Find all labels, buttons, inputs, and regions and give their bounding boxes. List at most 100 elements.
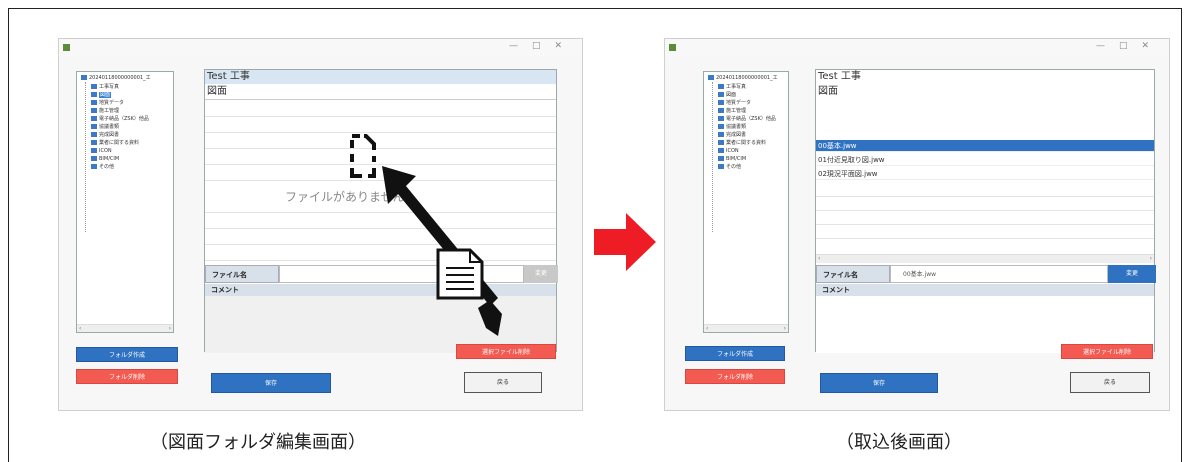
tree-item[interactable]: 施工管理 bbox=[718, 107, 746, 115]
tree-item-label: 業者に関する資料 bbox=[726, 140, 767, 146]
caption-right: （取込後画面） bbox=[836, 432, 962, 453]
tree-item-label: 地質データ bbox=[726, 100, 752, 106]
caption-left: （図面フォルダ編集画面） bbox=[150, 432, 366, 453]
tree-item-label: BIM/CIM bbox=[99, 156, 120, 162]
folder-icon bbox=[718, 164, 724, 169]
back-button[interactable]: 戻る bbox=[464, 372, 542, 393]
folder-icon bbox=[718, 140, 724, 145]
grid-line bbox=[816, 210, 1154, 211]
tree-item-label: ICON bbox=[726, 148, 739, 154]
tree-line bbox=[85, 82, 86, 232]
tree-item-label: 協議書類 bbox=[99, 124, 120, 130]
tree-scrollbar[interactable]: ‹ › bbox=[77, 324, 173, 332]
change-button[interactable]: 変更 bbox=[524, 265, 558, 283]
after-import-window: —□✕ 20240118000000001_工 工事写真 図面 地質データ 施工… bbox=[664, 38, 1170, 411]
tree-item[interactable]: ICON bbox=[91, 147, 112, 155]
tree-item[interactable]: BIM/CIM bbox=[91, 155, 119, 163]
tree-item[interactable]: BIM/CIM bbox=[718, 155, 746, 163]
scroll-right-icon[interactable]: › bbox=[784, 325, 786, 332]
delete-folder-button[interactable]: フォルダ削除 bbox=[76, 369, 178, 384]
tree-item-label: 完成図書 bbox=[99, 132, 120, 138]
tree-item-label: 図面 bbox=[99, 92, 112, 98]
titlebar: —□✕ bbox=[665, 39, 1169, 57]
folder-icon bbox=[718, 108, 724, 113]
tree-item-label: その他 bbox=[99, 164, 115, 170]
back-button[interactable]: 戻る bbox=[1070, 372, 1150, 393]
tree-item[interactable]: その他 bbox=[718, 163, 741, 171]
tree-root[interactable]: 20240118000000001_工 bbox=[81, 74, 151, 82]
drop-target-icon bbox=[350, 134, 376, 178]
folder-icon bbox=[91, 108, 97, 113]
folder-tree[interactable]: 20240118000000001_工 工事写真 図面 地質データ 施工管理 電… bbox=[76, 71, 174, 333]
tree-item-label: 工事写真 bbox=[726, 84, 747, 90]
folder-icon bbox=[91, 140, 97, 145]
tree-item-label: 電子納品（ZSK）他品 bbox=[99, 116, 149, 122]
tree-item[interactable]: 協議書類 bbox=[91, 123, 119, 131]
folder-icon bbox=[91, 124, 97, 129]
tree-item-label: 図面 bbox=[726, 92, 737, 98]
file-row[interactable]: 02現況平面図.jww bbox=[816, 168, 1154, 180]
scroll-left-icon[interactable]: ‹ bbox=[79, 325, 81, 332]
grid-line bbox=[816, 238, 1154, 239]
tree-item[interactable]: 協議書類 bbox=[718, 123, 746, 131]
tree-item-selected[interactable]: 図面 bbox=[91, 91, 112, 99]
tree-item[interactable]: 業者に関する資料 bbox=[718, 139, 766, 147]
delete-selected-file-button[interactable]: 選択ファイル削除 bbox=[1061, 344, 1153, 359]
file-panel: Test 工事 図面 00基本.jww 01付近見取り図.jww 02現況平面図… bbox=[815, 69, 1156, 353]
tree-item[interactable]: 完成図書 bbox=[718, 131, 746, 139]
file-row[interactable]: 01付近見取り図.jww bbox=[816, 154, 1154, 166]
tree-item[interactable]: ICON bbox=[718, 147, 739, 155]
folder-tree[interactable]: 20240118000000001_工 工事写真 図面 地質データ 施工管理 電… bbox=[703, 71, 789, 333]
grid-line bbox=[205, 116, 556, 117]
window-controls[interactable]: —□✕ bbox=[1096, 41, 1163, 51]
folder-title: 図面 bbox=[816, 84, 1154, 100]
tree-item-label: 施工管理 bbox=[99, 108, 120, 114]
folder-icon bbox=[91, 116, 97, 121]
delete-selected-file-button[interactable]: 選択ファイル削除 bbox=[456, 344, 556, 359]
tree-item[interactable]: 工事写真 bbox=[91, 83, 119, 91]
save-button[interactable]: 保存 bbox=[820, 373, 938, 393]
create-folder-button[interactable]: フォルダ作成 bbox=[76, 347, 178, 362]
create-folder-button[interactable]: フォルダ作成 bbox=[685, 346, 785, 361]
tree-item[interactable]: 電子納品（ZSK）他品 bbox=[91, 115, 149, 123]
window-controls[interactable]: —□✕ bbox=[509, 41, 576, 51]
scroll-left-icon[interactable]: ‹ bbox=[818, 255, 820, 263]
folder-icon bbox=[91, 100, 97, 105]
scroll-right-icon[interactable]: › bbox=[169, 325, 171, 332]
tree-item-label: 工事写真 bbox=[99, 84, 120, 90]
file-row-selected[interactable]: 00基本.jww bbox=[816, 140, 1154, 152]
tree-item[interactable]: 図面 bbox=[718, 91, 736, 99]
tree-root[interactable]: 20240118000000001_工 bbox=[708, 74, 778, 82]
scroll-right-icon[interactable]: › bbox=[1150, 255, 1152, 263]
folder-icon bbox=[718, 148, 724, 153]
tree-item[interactable]: その他 bbox=[91, 163, 114, 171]
app-icon bbox=[669, 44, 676, 51]
tree-item-label: 電子納品（ZSK）他品 bbox=[726, 116, 776, 122]
scroll-left-icon[interactable]: ‹ bbox=[706, 325, 708, 332]
tree-root-label: 20240118000000001_工 bbox=[716, 75, 778, 81]
file-list-scrollbar[interactable]: ‹ › bbox=[816, 254, 1154, 263]
tree-item[interactable]: 地質データ bbox=[718, 99, 751, 107]
folder-icon bbox=[91, 164, 97, 169]
document-icon bbox=[436, 248, 484, 300]
comment-label: コメント bbox=[816, 284, 1154, 296]
tree-item[interactable]: 電子納品（ZSK）他品 bbox=[718, 115, 776, 123]
tree-item-label: 完成図書 bbox=[726, 132, 747, 138]
tree-item[interactable]: 施工管理 bbox=[91, 107, 119, 115]
tree-item[interactable]: 地質データ bbox=[91, 99, 124, 107]
tree-scrollbar[interactable]: ‹ › bbox=[704, 324, 788, 332]
tree-item-label: ICON bbox=[99, 148, 112, 154]
save-button[interactable]: 保存 bbox=[211, 373, 331, 393]
tree-item[interactable]: 業者に関する資料 bbox=[91, 139, 139, 147]
change-button[interactable]: 変更 bbox=[1108, 265, 1156, 283]
tree-item[interactable]: 完成図書 bbox=[91, 131, 119, 139]
filename-field[interactable]: 00基本.jww bbox=[890, 265, 1108, 283]
drag-drop-illustration bbox=[350, 134, 502, 336]
tree-line bbox=[712, 82, 713, 232]
tree-item[interactable]: 工事写真 bbox=[718, 83, 746, 91]
folder-icon bbox=[91, 132, 97, 137]
folder-icon bbox=[91, 148, 97, 153]
delete-folder-button[interactable]: フォルダ削除 bbox=[685, 369, 785, 384]
tree-root-label: 20240118000000001_工 bbox=[89, 75, 151, 81]
folder-icon bbox=[718, 116, 724, 121]
